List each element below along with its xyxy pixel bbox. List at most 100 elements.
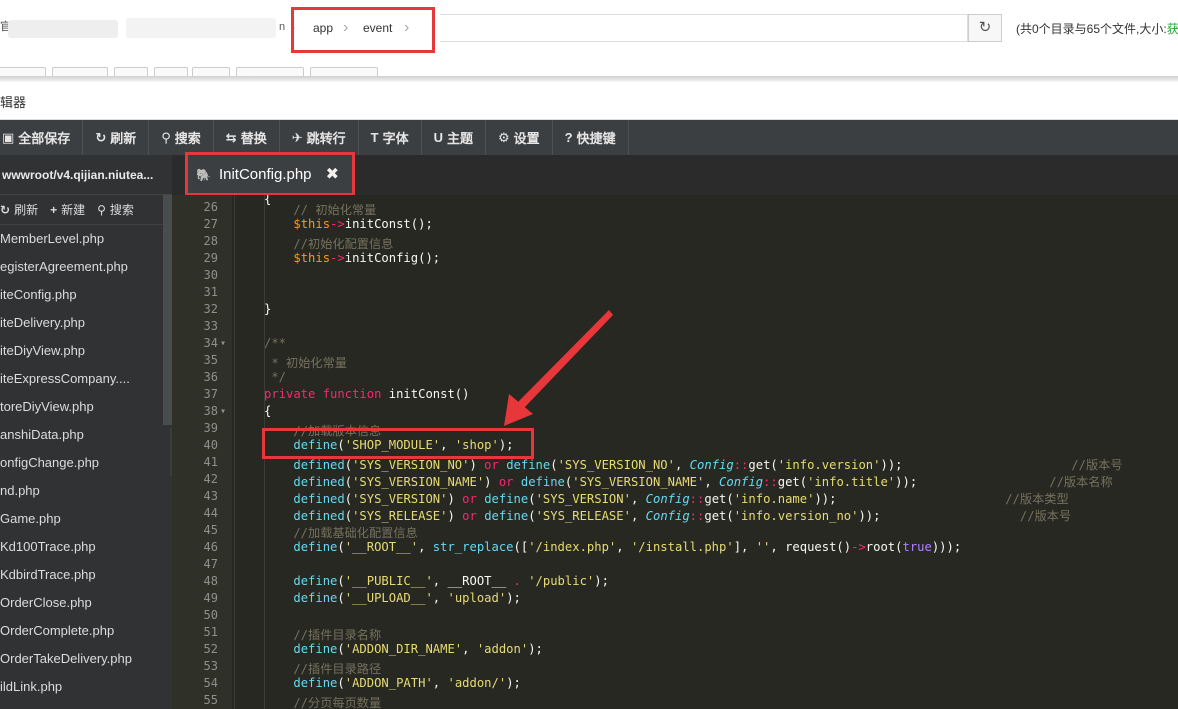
- jump-icon: ✈: [291, 129, 303, 145]
- code-line: }: [264, 302, 272, 316]
- code-line: $this->initConfig();: [293, 251, 441, 265]
- file-list-item[interactable]: Game.php: [0, 505, 172, 533]
- search-icon: ⚲: [161, 129, 171, 145]
- search-icon: ⚲: [97, 203, 106, 217]
- theme-icon: U: [433, 130, 443, 145]
- breadcrumb-app[interactable]: app: [303, 14, 343, 42]
- tab-label: InitConfig.php: [218, 166, 312, 183]
- file-list-item[interactable]: iteDelivery.php: [0, 309, 172, 337]
- fold-toggle-icon[interactable]: ▾: [220, 406, 226, 417]
- sidebar-scrollbar[interactable]: [163, 195, 172, 425]
- toolbar-button-refresh[interactable]: ↻ 刷新: [83, 120, 150, 155]
- code-line: define('ADDON_PATH', 'addon/');: [293, 676, 521, 690]
- line-number: 26: [203, 200, 218, 214]
- toolbar-button-jump[interactable]: ✈ 跳转行: [280, 120, 359, 155]
- sidebar-action-label: 新建: [61, 203, 86, 217]
- sidebar-action-label: 搜索: [109, 203, 134, 217]
- code-line: // 初始化常量: [264, 203, 377, 217]
- question-icon: ?: [564, 130, 573, 145]
- toolbar-button-gear[interactable]: ⚙ 设置: [486, 120, 553, 155]
- editor-title-bar: 编辑器: [0, 82, 1178, 120]
- sidebar-actions: ↻ 刷新 + 新建 ⚲ 搜索: [0, 195, 172, 225]
- code-line: {: [264, 404, 272, 418]
- line-number: 44: [203, 506, 218, 520]
- code-line: //加载版本信息: [264, 424, 382, 438]
- toolbar-button-label: 替换: [240, 131, 267, 146]
- code-editor[interactable]: { // 初始化常量 $this->initConst(); //初始化配置信息…: [232, 195, 1178, 709]
- plus-icon: +: [50, 203, 58, 217]
- file-list-item[interactable]: OrderComplete.php: [0, 617, 172, 645]
- file-list-item[interactable]: anshiData.php: [0, 421, 172, 449]
- toolbar-button-replace[interactable]: ⇆ 替换: [214, 120, 280, 155]
- line-number: 31: [203, 285, 218, 299]
- tab-strip: [0, 155, 1178, 195]
- toolbar-button-search[interactable]: ⚲ 搜索: [149, 120, 214, 155]
- line-number: 46: [203, 540, 218, 554]
- toolbar-button-label: 跳转行: [306, 131, 346, 146]
- code-line: define('__PUBLIC__', __ROOT__ . '/public…: [293, 574, 609, 588]
- file-list-item[interactable]: OrderTakeDelivery.php: [0, 645, 172, 673]
- file-list-item[interactable]: toreDiyView.php: [0, 393, 172, 421]
- path-bar: 官 n › app › event › ↻ (共0个目录与65个文件,大小:获: [0, 0, 1178, 58]
- toolbar-button-save[interactable]: ▣ 全部保存: [0, 120, 84, 155]
- gear-icon: ⚙: [498, 129, 510, 145]
- toolbar-button-label: 主题: [446, 131, 473, 146]
- blurred-path-segment: [8, 20, 118, 38]
- file-list-item[interactable]: nd.php: [0, 477, 172, 505]
- code-line: /**: [264, 336, 287, 350]
- code-line: //插件目录名称: [264, 628, 382, 642]
- code-line: */: [264, 370, 287, 384]
- code-line: * 初始化常量: [264, 356, 347, 370]
- line-number: 33: [203, 319, 218, 333]
- file-list-item[interactable]: Kd100Trace.php: [0, 533, 172, 561]
- line-number: 40: [203, 438, 218, 452]
- code-line: //插件目录路径: [264, 662, 382, 676]
- file-list-item[interactable]: onfigChange.php: [0, 449, 172, 477]
- sidebar-refresh-button[interactable]: ↻ 刷新: [0, 201, 38, 218]
- toolbar-button-font[interactable]: T 字体: [359, 120, 422, 155]
- line-number: 38: [203, 404, 218, 418]
- toolbar-button-label: 快捷键: [576, 131, 616, 146]
- file-sidebar: ↻ 刷新 + 新建 ⚲ 搜索 MemberLevel.php egisterAgreemen…: [0, 195, 172, 709]
- file-list-item[interactable]: OrderClose.php: [0, 589, 172, 617]
- file-list-item[interactable]: MemberLevel.php: [0, 225, 172, 253]
- path-segment-partial: n: [279, 21, 286, 33]
- line-number: 37: [203, 387, 218, 401]
- sidebar-plus-button[interactable]: + 新建: [50, 201, 85, 218]
- toolbar-button-theme[interactable]: U 主题: [422, 120, 486, 155]
- file-list-item[interactable]: iteDiyView.php: [0, 337, 172, 365]
- path-input[interactable]: [440, 14, 968, 42]
- close-icon[interactable]: ✖: [326, 155, 339, 195]
- file-list-item[interactable]: KdbirdTrace.php: [0, 561, 172, 589]
- replace-icon: ⇆: [225, 129, 237, 145]
- line-number: 34: [203, 336, 218, 350]
- line-number: 51: [203, 625, 218, 639]
- file-list-item[interactable]: egisterAgreement.php: [0, 253, 172, 281]
- code-line: define('__ROOT__', str_replace(['/index.…: [293, 540, 962, 554]
- breadcrumb-event[interactable]: event: [353, 14, 402, 42]
- tab-initconfig[interactable]: 🐘 InitConfig.php ✖: [188, 155, 353, 195]
- file-list-item[interactable]: iteExpressCompany....: [0, 365, 172, 393]
- line-number: 48: [203, 574, 218, 588]
- code-line: //分页每页数量: [264, 696, 382, 709]
- line-number: 43: [203, 489, 218, 503]
- toolbar-button-question[interactable]: ? 快捷键: [553, 120, 629, 155]
- code-line: defined('SYS_VERSION') or define('SYS_VE…: [293, 492, 1069, 506]
- line-number: 29: [203, 251, 218, 265]
- sidebar-search-button[interactable]: ⚲ 搜索: [97, 201, 134, 218]
- blurred-path-segment: [126, 18, 276, 38]
- line-number: 47: [203, 557, 218, 571]
- size-link[interactable]: 获: [1167, 22, 1178, 36]
- toolbar-button-label: 字体: [382, 131, 409, 146]
- refresh-icon[interactable]: ↻: [968, 14, 1002, 42]
- line-number: 41: [203, 455, 218, 469]
- file-list-item[interactable]: iteConfig.php: [0, 281, 172, 309]
- chevron-right-icon: ›: [290, 19, 296, 36]
- line-number: 45: [203, 523, 218, 537]
- line-number: 32: [203, 302, 218, 316]
- fold-toggle-icon[interactable]: ▾: [220, 338, 226, 349]
- toolbar-button-label: 搜索: [174, 131, 201, 146]
- file-list-item[interactable]: ildLink.php: [0, 673, 172, 701]
- line-number: 27: [203, 217, 218, 231]
- refresh-icon: ↻: [0, 203, 11, 217]
